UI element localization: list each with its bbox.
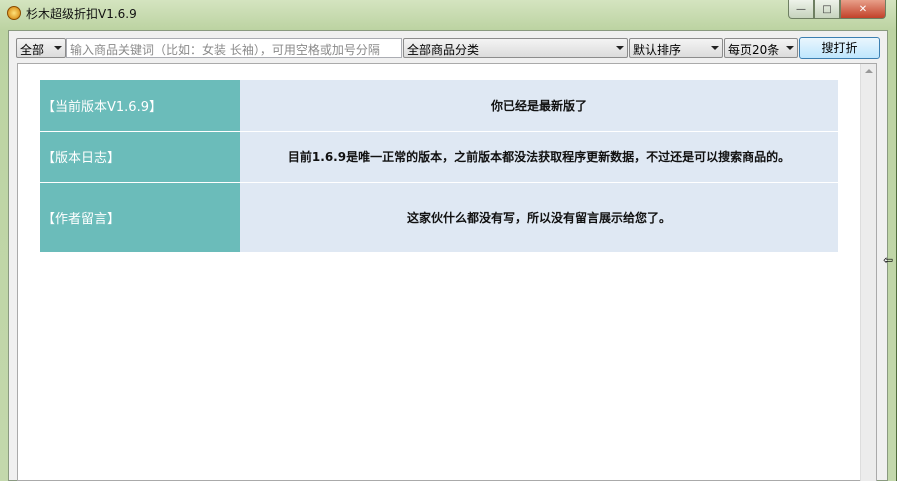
table-row: 【当前版本V1.6.9】 你已经是最新版了 (40, 80, 838, 132)
sort-value: 默认排序 (633, 43, 682, 57)
category-value: 全部商品分类 (407, 43, 480, 57)
per-page-value: 每页20条 (728, 43, 780, 57)
sort-select[interactable]: 默认排序 (629, 38, 723, 58)
per-page-select[interactable]: 每页20条 (724, 38, 798, 58)
scope-value: 全部 (20, 43, 45, 57)
minimize-button[interactable]: — (788, 0, 814, 19)
app-window: 杉木超级折扣V1.6.9 — □ ✕ 全部 输入商品关键词（比如：女装 长袖），… (0, 0, 897, 481)
changelog-value: 目前1.6.9是唯一正常的版本，之前版本都没法获取程序更新数据，不过还是可以搜索… (240, 131, 838, 183)
chevron-down-icon (786, 46, 794, 50)
resize-cursor-icon: ⇦ (883, 253, 894, 267)
category-select[interactable]: 全部商品分类 (403, 38, 628, 58)
close-button[interactable]: ✕ (840, 0, 886, 19)
scroll-up-icon[interactable] (865, 69, 873, 73)
maximize-button[interactable]: □ (814, 0, 840, 19)
version-value: 你已经是最新版了 (240, 80, 838, 132)
chevron-down-icon (711, 46, 719, 50)
close-icon: ✕ (858, 3, 868, 15)
minimize-icon: — (796, 3, 806, 15)
search-button[interactable]: 搜打折 (799, 37, 880, 59)
window-title: 杉木超级折扣V1.6.9 (26, 7, 137, 21)
app-icon (7, 6, 21, 20)
chevron-down-icon (54, 46, 62, 50)
version-label: 【当前版本V1.6.9】 (40, 80, 240, 132)
vertical-scrollbar[interactable] (860, 64, 876, 481)
info-table: 【当前版本V1.6.9】 你已经是最新版了 【版本日志】 目前1.6.9是唯一正常的… (40, 80, 838, 253)
scope-select[interactable]: 全部 (16, 38, 66, 58)
author-note-value: 这家伙什么都没有写，所以没有留言展示给您了。 (240, 182, 838, 253)
search-input[interactable]: 输入商品关键词（比如：女装 长袖），可用空格或加号分隔 (66, 38, 402, 58)
chevron-down-icon (616, 46, 624, 50)
maximize-icon: □ (822, 3, 832, 15)
search-placeholder: 输入商品关键词（比如：女装 长袖），可用空格或加号分隔 (70, 43, 380, 57)
table-row: 【版本日志】 目前1.6.9是唯一正常的版本，之前版本都没法获取程序更新数据，不过… (40, 131, 838, 183)
author-note-label: 【作者留言】 (40, 182, 240, 253)
changelog-label: 【版本日志】 (40, 131, 240, 183)
table-row: 【作者留言】 这家伙什么都没有写，所以没有留言展示给您了。 (40, 182, 838, 253)
